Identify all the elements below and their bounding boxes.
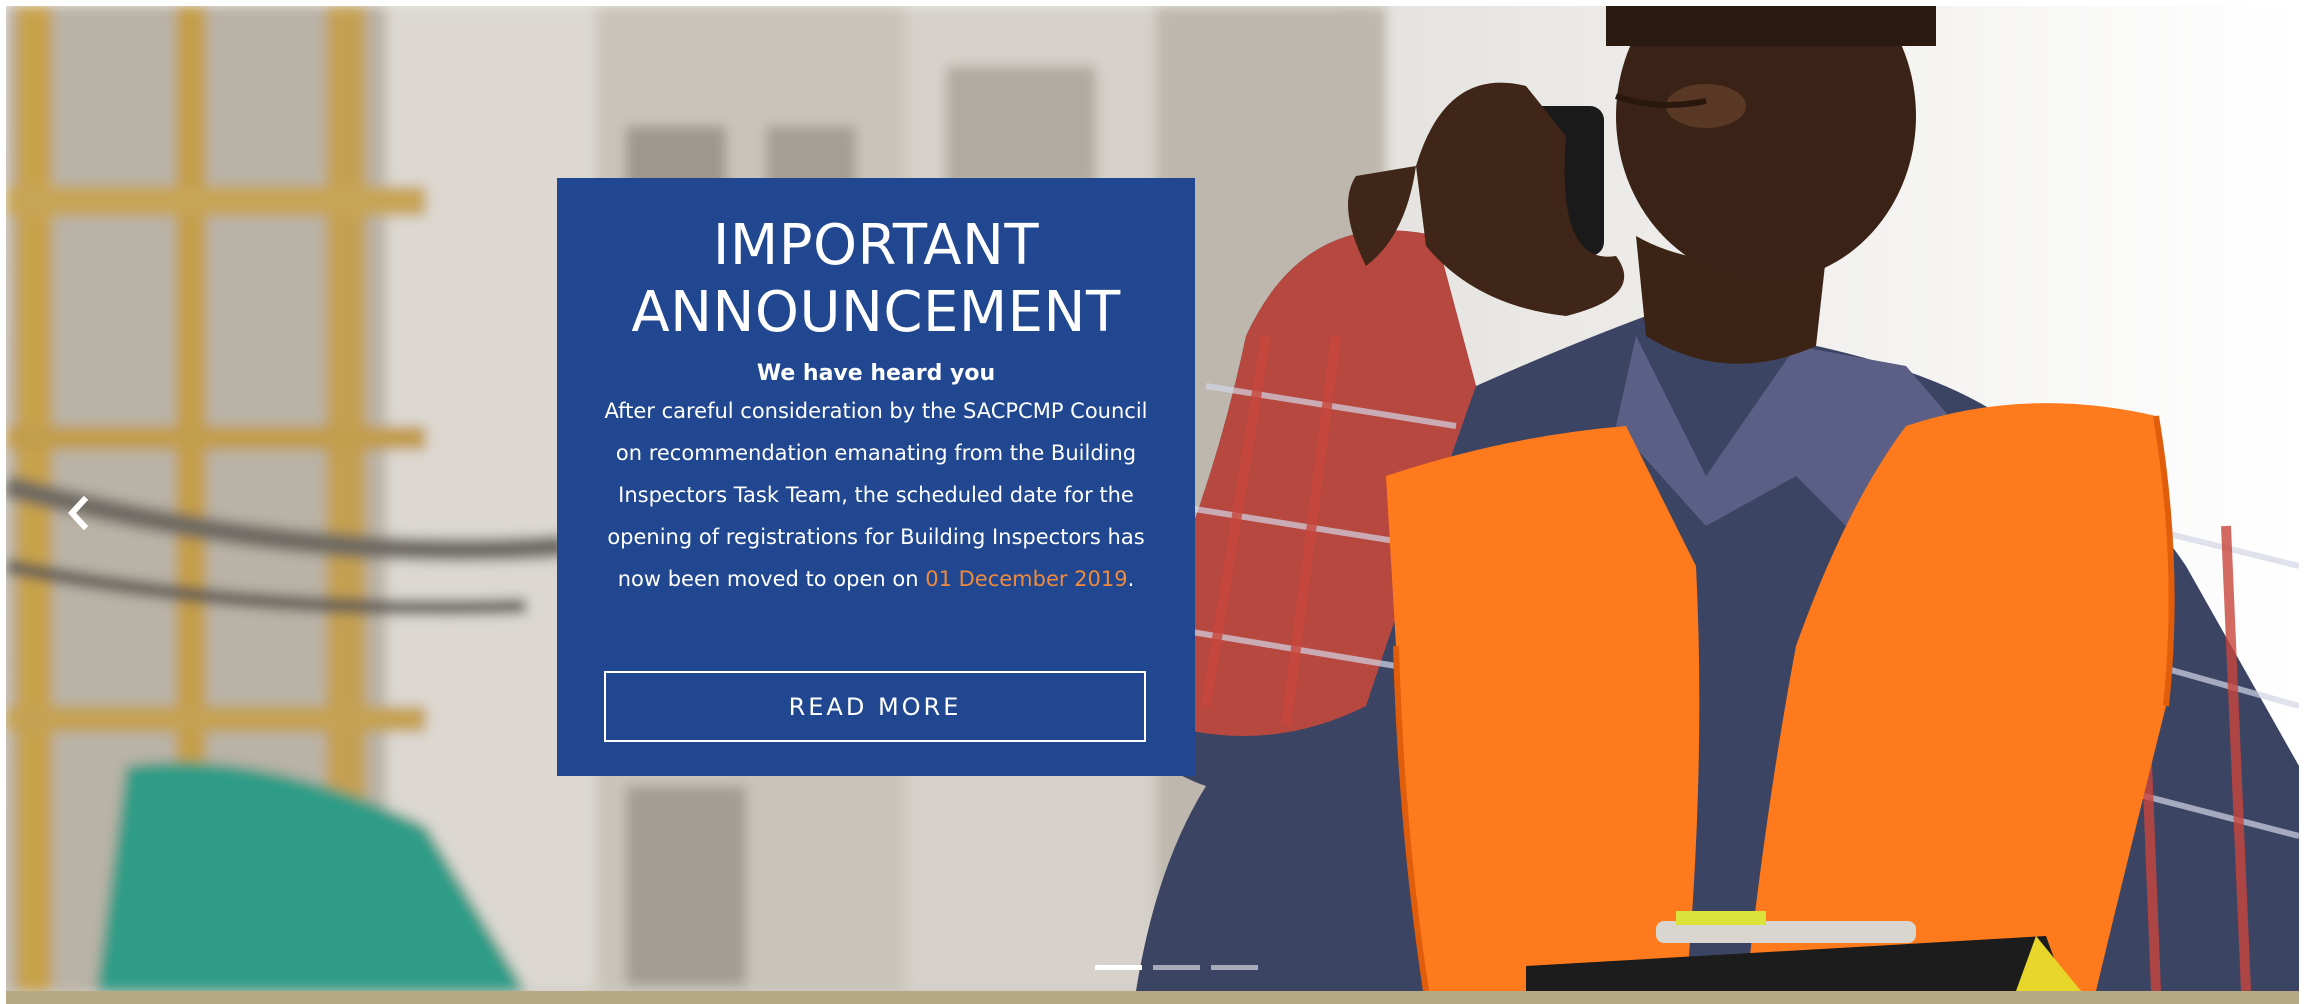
hero-bottom-bar (6, 991, 2299, 1004)
carousel-prev-button[interactable] (56, 491, 100, 535)
announcement-body: After careful consideration by the SACPC… (596, 390, 1156, 600)
carousel-indicator-3[interactable] (1211, 965, 1258, 970)
chevron-right-icon (2256, 496, 2278, 530)
carousel-next-button[interactable] (2245, 491, 2289, 535)
carousel-indicator-1[interactable] (1095, 965, 1142, 970)
carousel-indicators (1095, 965, 1258, 970)
announcement-panel: IMPORTANT ANNOUNCEMENT We have heard you… (557, 178, 1195, 776)
read-more-button[interactable]: READ MORE (604, 671, 1146, 742)
announcement-date-highlight: 01 December 2019 (925, 567, 1128, 591)
announcement-title: IMPORTANT ANNOUNCEMENT (631, 213, 1121, 345)
carousel-indicator-2[interactable] (1153, 965, 1200, 970)
announcement-subtitle: We have heard you (756, 361, 996, 386)
page-frame: IMPORTANT ANNOUNCEMENT We have heard you… (0, 0, 2305, 1004)
chevron-left-icon (67, 496, 89, 530)
hero-carousel: IMPORTANT ANNOUNCEMENT We have heard you… (6, 6, 2299, 991)
announcement-body-end: . (1127, 567, 1135, 591)
announcement-body-text: After careful consideration by the SACPC… (604, 399, 1148, 591)
